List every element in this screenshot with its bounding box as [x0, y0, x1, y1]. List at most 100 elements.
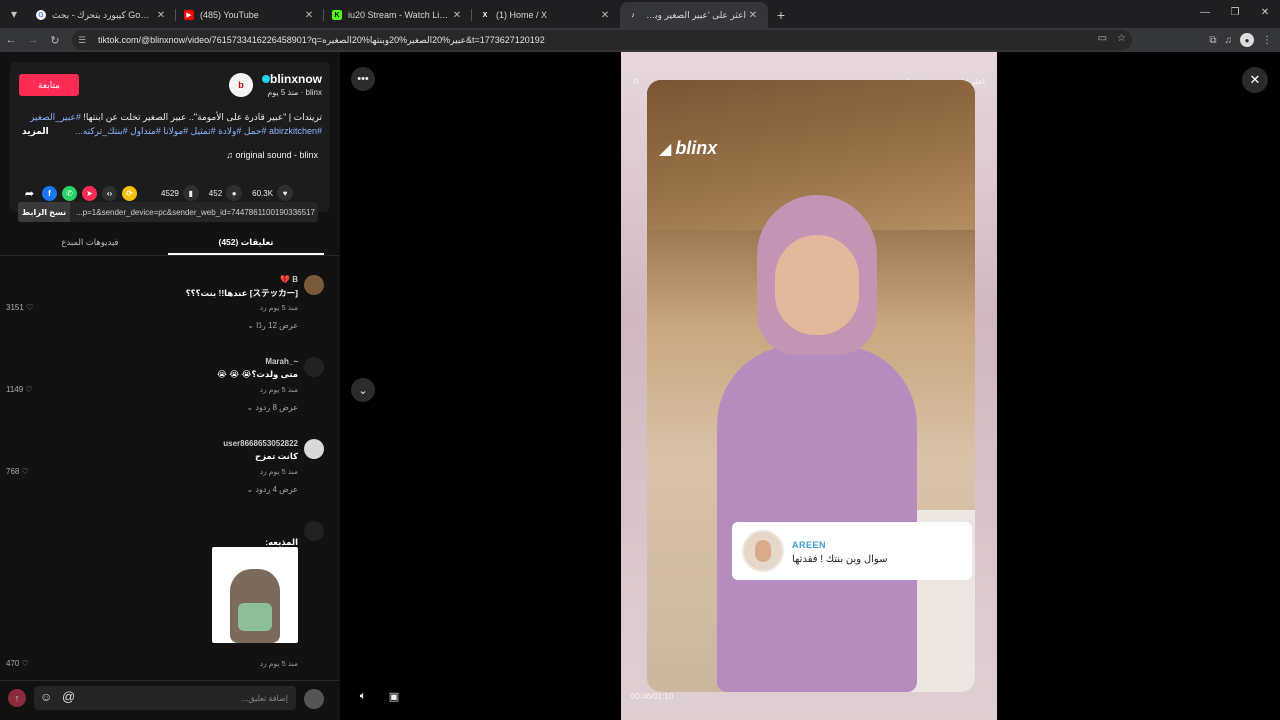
browser-tab-kick[interactable]: K iu20 Stream - Watch Live on Ki ✕: [324, 2, 472, 28]
comment-meta[interactable]: منذ 5 يوم رد: [260, 385, 298, 394]
minimize-icon[interactable]: —: [1190, 0, 1220, 24]
video-timecode: 00:46/01:10: [631, 692, 674, 701]
caption-hashtags[interactable]: #abirzkitchen #حمل #ولادة #تمثيل #مولانا…: [75, 126, 322, 136]
verified-icon: [262, 75, 270, 83]
close-tab-icon[interactable]: ✕: [450, 10, 464, 21]
next-video-chevron-icon[interactable]: ⌄: [351, 378, 375, 402]
new-tab-button[interactable]: +: [768, 2, 794, 28]
tab-comments[interactable]: تعليقات (452): [168, 230, 324, 255]
video-caption: تريندات | "عبير قادرة على الأمومة".. عبي…: [22, 110, 322, 138]
browser-tab-google[interactable]: G كيبورد بتحرك - بحث Google ✕: [28, 2, 176, 28]
google-icon: G: [36, 10, 46, 20]
author-block[interactable]: blinxnow blinx · منذ 5 يوم b: [229, 72, 322, 97]
menu-kebab-icon[interactable]: ⋮: [1262, 35, 1272, 46]
video-frame[interactable]: ◢ blinx AREEN سوال وين بنتك ! فقدتها: [647, 80, 975, 692]
media-control-icon[interactable]: ♫: [1225, 35, 1233, 46]
likes-stat[interactable]: 60.3K ♥: [252, 185, 294, 201]
tab-creator-videos[interactable]: فيديوهات المبدع: [12, 230, 168, 255]
comment-meta[interactable]: منذ 5 يوم رد: [260, 659, 298, 668]
emoji-icon[interactable]: ☺: [40, 690, 52, 704]
address-bar[interactable]: ☰ tiktok.com/@blinxnow/video/76157334162…: [72, 30, 1132, 50]
forward-icon[interactable]: →: [22, 29, 44, 51]
presenter-body: [717, 345, 917, 692]
extensions-icon[interactable]: ⧉: [1209, 35, 1216, 46]
video-details-panel: blinxnow blinx · منذ 5 يوم b متابعة ترين…: [0, 52, 340, 720]
close-tab-icon[interactable]: ✕: [746, 10, 760, 21]
embed-icon[interactable]: ‹›: [102, 185, 117, 201]
close-window-icon[interactable]: ✕: [1250, 0, 1280, 24]
browser-tab-tiktok[interactable]: ♪ اعثر على 'عبير الصغير وبنتها ✕: [620, 2, 768, 28]
heart-icon[interactable]: ♥: [277, 185, 294, 201]
browser-tab-x[interactable]: X (1) Home / X ✕: [472, 2, 620, 28]
repost-icon[interactable]: ⟳: [122, 185, 137, 201]
volume-icon[interactable]: 🔈︎: [351, 684, 375, 708]
commenter-name[interactable]: ~_Marah: [265, 357, 298, 366]
view-replies-button[interactable]: عرض 4 ردود ⌄: [246, 485, 298, 494]
share-arrow-icon[interactable]: ➦: [22, 186, 37, 201]
comment-likes[interactable]: 1149 ♡: [6, 385, 33, 394]
comment-text: [ステッカー] عندها!! بنت؟؟؟: [185, 288, 298, 298]
author-avatar[interactable]: b: [229, 72, 253, 97]
comment-likes[interactable]: 768 ♡: [6, 467, 29, 476]
view-replies-button[interactable]: عرض 8 ردود ⌄: [246, 403, 298, 412]
back-icon[interactable]: ←: [0, 29, 22, 51]
telegram-icon[interactable]: ➤: [82, 185, 97, 201]
x-icon: X: [482, 11, 488, 19]
caption-more-button[interactable]: المزيد: [22, 124, 49, 138]
caption-hashtag[interactable]: #عبير_الصغير: [30, 112, 81, 122]
reload-icon[interactable]: ↻: [44, 29, 66, 51]
maximize-icon[interactable]: ❐: [1220, 0, 1250, 24]
tab-title: (485) YouTube: [200, 10, 259, 20]
video-link-text[interactable]: ...p=1&sender_device=pc&sender_web_id=74…: [76, 208, 315, 217]
url-text[interactable]: tiktok.com/@blinxnow/video/7615733416226…: [98, 35, 545, 46]
sound-link[interactable]: original sound - blinx ♫: [226, 150, 318, 160]
site-info-icon[interactable]: ☰: [78, 35, 92, 46]
commenter-avatar[interactable]: [304, 357, 324, 377]
commenter-name[interactable]: B 💔: [280, 275, 298, 284]
comment-meta[interactable]: منذ 5 يوم رد: [260, 303, 298, 312]
comment-input-bar: @ ☺ ↑: [0, 680, 340, 720]
tab-title: (1) Home / X: [496, 10, 548, 20]
browser-tab-strip: ▾ G كيبورد بتحرك - بحث Google ✕ ▶ (485) …: [0, 0, 1280, 28]
author-username[interactable]: blinxnow: [259, 72, 322, 86]
copy-link-button[interactable]: نسخ الرابط: [18, 202, 70, 222]
close-video-icon[interactable]: ✕: [1242, 67, 1268, 93]
follow-button[interactable]: متابعة: [19, 74, 79, 96]
comment-likes[interactable]: 3151 ♡: [6, 303, 33, 312]
comment-icon[interactable]: ●: [226, 185, 243, 201]
tiktok-icon: ♪: [631, 11, 635, 19]
comment-text: متى ولدت؟😭 😭 😭: [216, 369, 298, 379]
view-replies-button[interactable]: عرض 12 ردًا ⌄: [247, 321, 298, 330]
commenter-avatar[interactable]: [304, 275, 324, 295]
mini-player-icon[interactable]: ▣: [382, 684, 406, 708]
video-player[interactable]: ⌕ اعثر على محتوى ذي صلة ◢blinx AREEN سوا…: [621, 52, 997, 720]
tab-search-icon[interactable]: ▾: [0, 0, 28, 28]
send-comment-button[interactable]: ↑: [8, 689, 26, 707]
close-tab-icon[interactable]: ✕: [598, 10, 612, 21]
browser-tab-youtube[interactable]: ▶ (485) YouTube ✕: [176, 2, 324, 28]
more-options-icon[interactable]: •••: [351, 67, 375, 91]
caption-text: تريندات | "عبير قادرة على الأمومة".. عبي…: [80, 112, 322, 122]
profile-avatar-icon[interactable]: ●: [1240, 33, 1254, 47]
facebook-icon[interactable]: f: [42, 185, 57, 201]
quote-name: AREEN: [792, 540, 827, 550]
copy-link-row: نسخ الرابط ...p=1&sender_device=pc&sende…: [18, 202, 318, 222]
close-tab-icon[interactable]: ✕: [302, 10, 316, 21]
commenter-name[interactable]: user8668653052822: [223, 439, 298, 448]
bookmark-icon[interactable]: ▮: [182, 185, 199, 201]
comment-meta[interactable]: منذ 5 يوم رد: [260, 467, 298, 476]
commenter-avatar[interactable]: [304, 521, 324, 541]
comment-likes[interactable]: 470 ♡: [6, 659, 29, 668]
saves-stat[interactable]: 4529 ▮: [161, 185, 199, 201]
commenter-avatar[interactable]: [304, 439, 324, 459]
comment-sticker-image[interactable]: [212, 547, 298, 643]
whatsapp-icon[interactable]: ✆: [62, 185, 77, 201]
youtube-icon: ▶: [184, 10, 194, 20]
bookmark-star-icon[interactable]: ☆: [1117, 33, 1126, 44]
comments-stat[interactable]: 452 ●: [209, 185, 243, 201]
cast-icon[interactable]: ▭: [1098, 33, 1107, 44]
search-icon[interactable]: ⌕: [633, 75, 639, 88]
kick-icon: K: [332, 10, 342, 20]
mention-icon[interactable]: @: [62, 689, 75, 704]
close-tab-icon[interactable]: ✕: [154, 10, 168, 21]
